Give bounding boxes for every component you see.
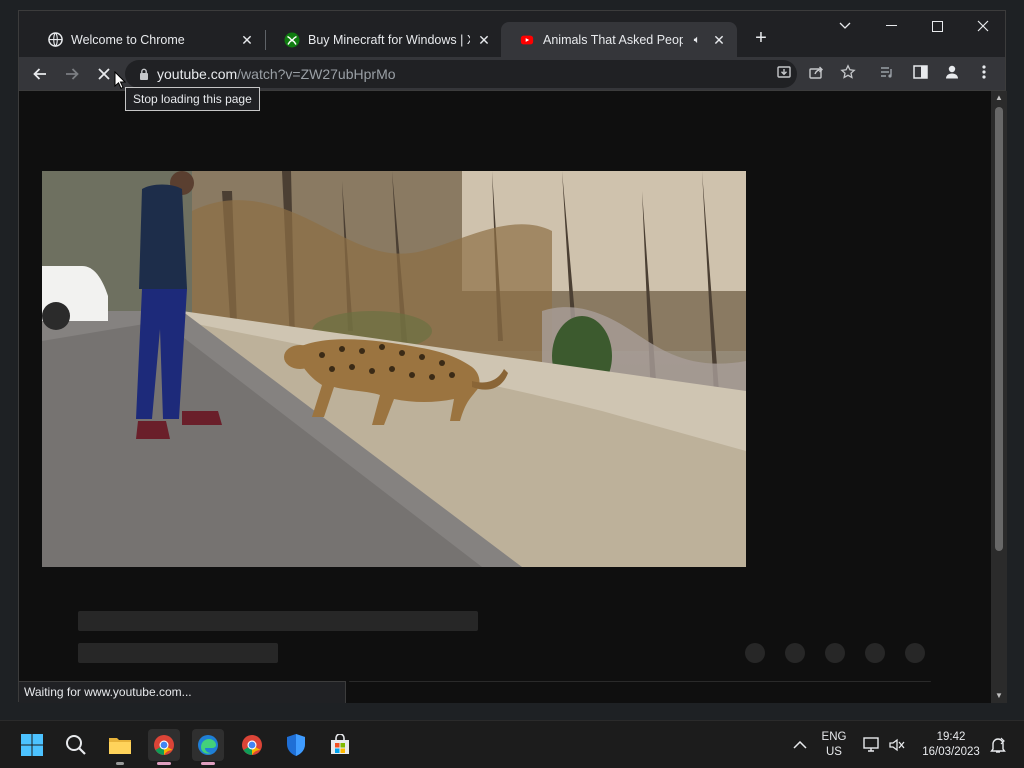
tab-title: Buy Minecraft for Windows | Xbox — [308, 32, 470, 47]
language-region: US — [826, 746, 842, 758]
mouse-cursor-icon — [114, 71, 126, 89]
tab-search-chevron-icon[interactable] — [822, 11, 868, 41]
close-tab-icon[interactable]: ✕ — [239, 32, 255, 48]
security-button[interactable] — [280, 729, 312, 761]
edge-taskbar-button[interactable] — [192, 729, 224, 765]
tab-strip: Welcome to Chrome ✕ Buy Minecraft for Wi… — [19, 11, 1005, 57]
desktop: Welcome to Chrome ✕ Buy Minecraft for Wi… — [0, 0, 1024, 720]
bookmark-star-icon[interactable] — [838, 62, 858, 82]
page-viewport: Waiting for www.youtube.com... — [19, 91, 993, 703]
running-indicator — [116, 762, 124, 765]
close-tab-icon[interactable]: ✕ — [476, 32, 492, 48]
chrome-taskbar-button[interactable] — [148, 729, 180, 765]
tab-minecraft[interactable]: Buy Minecraft for Windows | Xbox ✕ — [266, 22, 502, 57]
tab-welcome[interactable]: Welcome to Chrome ✕ — [29, 22, 265, 57]
profile-icon[interactable] — [942, 62, 962, 82]
clock[interactable]: 19:42 16/03/2023 — [914, 730, 988, 760]
action-skeleton — [865, 643, 885, 663]
scroll-down-arrow-icon[interactable]: ▼ — [991, 689, 1007, 703]
language-indicator[interactable]: ENG US — [818, 730, 850, 760]
channel-skeleton — [78, 643, 278, 663]
chrome-window: Welcome to Chrome ✕ Buy Minecraft for Wi… — [18, 10, 1007, 703]
language-code: ENG — [821, 731, 847, 743]
search-button[interactable] — [60, 729, 92, 761]
close-tab-icon[interactable]: ✕ — [711, 32, 727, 48]
back-button[interactable] — [28, 62, 52, 86]
tab-youtube-active[interactable]: Animals That Asked People 🔈︎ ✕ — [501, 22, 737, 57]
scroll-thumb[interactable] — [995, 107, 1003, 551]
notifications-button[interactable] — [984, 729, 1012, 761]
edge-icon — [198, 735, 218, 755]
title-skeleton — [78, 611, 478, 631]
address-bar[interactable]: youtube.com/watch?v=ZW27ubHprMo — [125, 60, 797, 88]
chrome-icon — [242, 735, 262, 755]
action-skeleton — [785, 643, 805, 663]
new-tab-button[interactable]: + — [749, 27, 773, 51]
side-panel-icon[interactable] — [910, 62, 930, 82]
install-app-icon[interactable] — [774, 62, 794, 82]
toolbar: youtube.com/watch?v=ZW27ubHprMo — [19, 57, 1005, 91]
maximize-button[interactable] — [914, 11, 960, 41]
file-explorer-button[interactable] — [104, 729, 136, 765]
action-skeleton — [745, 643, 765, 663]
xbox-icon — [284, 32, 300, 48]
chrome-icon — [154, 735, 174, 755]
chevron-up-icon — [793, 741, 807, 749]
windows-logo-icon — [21, 734, 43, 756]
url-path: /watch?v=ZW27ubHprMo — [237, 66, 396, 82]
video-frame-leopard — [42, 171, 746, 567]
youtube-icon — [519, 32, 535, 48]
tray-overflow-button[interactable] — [784, 729, 816, 761]
taskbar: ENG US 19:42 16/03/2023 — [0, 720, 1024, 768]
close-window-button[interactable] — [960, 11, 1006, 41]
shield-icon — [287, 734, 305, 756]
divider — [349, 681, 931, 682]
speaker-muted-icon — [889, 738, 905, 752]
network-monitor-icon — [863, 737, 879, 752]
forward-button[interactable] — [60, 62, 84, 86]
clock-time: 19:42 — [936, 731, 966, 743]
page-scrollbar[interactable]: ▲ ▼ — [991, 91, 1007, 703]
tab-title: Animals That Asked People — [543, 32, 683, 47]
action-skeleton — [905, 643, 925, 663]
globe-icon — [47, 32, 63, 48]
volume-button[interactable] — [881, 729, 913, 761]
store-button[interactable] — [324, 729, 356, 761]
status-bar: Waiting for www.youtube.com... — [19, 681, 346, 703]
url-host: youtube.com — [157, 66, 238, 82]
minimize-button[interactable] — [868, 11, 914, 41]
stop-loading-button[interactable] — [92, 62, 116, 86]
speaker-icon[interactable]: 🔈︎ — [689, 32, 705, 48]
start-button[interactable] — [16, 729, 48, 761]
video-player[interactable] — [42, 171, 746, 567]
lock-icon[interactable] — [139, 68, 149, 80]
notification-bell-icon — [990, 737, 1006, 753]
active-indicator — [157, 762, 171, 765]
tooltip: Stop loading this page — [125, 87, 260, 111]
search-icon — [66, 735, 86, 755]
share-icon[interactable] — [806, 62, 826, 82]
folder-icon — [109, 738, 131, 754]
store-bag-icon — [331, 734, 349, 754]
action-skeleton — [825, 643, 845, 663]
menu-kebab-icon[interactable] — [974, 62, 994, 82]
chrome-secondary-button[interactable] — [236, 729, 268, 761]
active-indicator — [201, 762, 215, 765]
clock-date: 16/03/2023 — [922, 746, 980, 758]
tab-title: Welcome to Chrome — [71, 32, 185, 47]
media-controls-icon[interactable] — [877, 62, 897, 82]
scroll-up-arrow-icon[interactable]: ▲ — [991, 91, 1007, 105]
